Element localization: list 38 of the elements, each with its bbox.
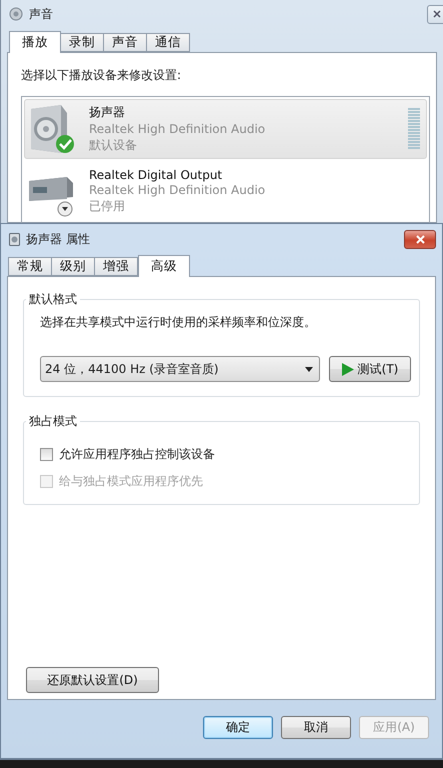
play-icon bbox=[342, 362, 354, 376]
tab[interactable]: 高级 bbox=[138, 255, 190, 277]
close-button[interactable] bbox=[404, 230, 436, 248]
tab[interactable]: 声音 bbox=[103, 33, 147, 52]
format-dropdown[interactable]: 24 位，44100 Hz (录音室音质) bbox=[40, 356, 320, 382]
device-name: Realtek Digital Output bbox=[89, 168, 224, 182]
device-item[interactable]: 扬声器 Realtek High Definition Audio 默认设备 bbox=[24, 99, 427, 159]
speaker-icon bbox=[9, 7, 23, 21]
restore-defaults-button[interactable]: 还原默认设置(D) bbox=[26, 667, 159, 693]
dialog-button[interactable]: 确定 bbox=[203, 716, 273, 739]
tab[interactable]: 录制 bbox=[60, 33, 104, 52]
device-status: 默认设备 bbox=[89, 137, 138, 154]
close-icon bbox=[416, 234, 424, 244]
tab[interactable]: 增强 bbox=[94, 257, 138, 276]
dialog-button[interactable]: 取消 bbox=[281, 716, 351, 739]
tab[interactable]: 常规 bbox=[8, 257, 52, 276]
close-icon bbox=[433, 10, 441, 18]
device-driver: Realtek High Definition Audio bbox=[89, 182, 266, 196]
tab[interactable]: 通信 bbox=[146, 33, 190, 52]
group-title: 默认格式 bbox=[28, 291, 78, 308]
instruction-text: 选择以下播放设备来修改设置: bbox=[21, 67, 182, 84]
speaker-icon bbox=[9, 232, 20, 246]
checkbox-label: 允许应用程序独占控制该设备 bbox=[59, 446, 215, 463]
device-status: 已停用 bbox=[89, 198, 126, 214]
checkbox[interactable] bbox=[40, 448, 53, 461]
close-button[interactable] bbox=[427, 4, 443, 24]
device-name: 扬声器 bbox=[89, 104, 126, 121]
dropdown-arrow-icon bbox=[305, 366, 313, 372]
level-meter-icon bbox=[408, 108, 420, 150]
checkbox-label: 给与独占模式应用程序优先 bbox=[59, 473, 203, 490]
window-title: 声音 bbox=[29, 6, 54, 22]
device-driver: Realtek High Definition Audio bbox=[89, 122, 266, 136]
tab[interactable]: 播放 bbox=[9, 31, 61, 53]
window-title: 扬声器 属性 bbox=[26, 230, 91, 248]
description-text: 选择在共享模式中运行时使用的采样频率和位深度。 bbox=[40, 314, 317, 331]
group-title: 独占模式 bbox=[28, 413, 78, 430]
tab[interactable]: 级别 bbox=[51, 257, 95, 276]
test-button[interactable]: 测试(T) bbox=[329, 356, 411, 382]
